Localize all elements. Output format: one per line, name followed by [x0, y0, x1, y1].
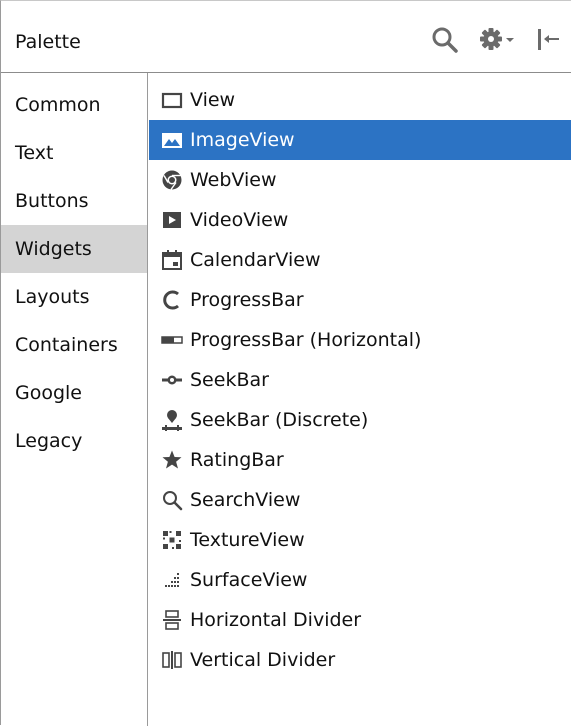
palette-item-label: TextureView — [190, 529, 305, 551]
palette-item-view[interactable]: View — [149, 80, 571, 120]
palette-item-label: SearchView — [190, 489, 301, 511]
webview-icon — [161, 169, 183, 191]
palette-panel: Palette Common Text Buttons Widgets Layo… — [0, 0, 571, 726]
palette-item-webview[interactable]: WebView — [149, 160, 571, 200]
category-legacy[interactable]: Legacy — [1, 417, 147, 465]
widget-list: View ImageView WebView VideoView Calenda… — [149, 73, 571, 726]
surfaceview-icon — [161, 569, 183, 591]
textureview-icon — [161, 529, 183, 551]
category-layouts[interactable]: Layouts — [1, 273, 147, 321]
palette-item-label: ProgressBar — [190, 289, 304, 311]
palette-item-label: WebView — [190, 169, 277, 191]
category-containers[interactable]: Containers — [1, 321, 147, 369]
palette-item-progressbar[interactable]: ProgressBar — [149, 280, 571, 320]
category-buttons[interactable]: Buttons — [1, 177, 147, 225]
search-icon[interactable] — [429, 25, 463, 53]
palette-item-label: SeekBar (Discrete) — [190, 409, 369, 431]
progressbar-horizontal-icon — [161, 329, 183, 351]
palette-item-label: RatingBar — [190, 449, 284, 471]
palette-item-seekbar-discrete[interactable]: SeekBar (Discrete) — [149, 400, 571, 440]
palette-item-label: View — [190, 89, 236, 111]
vertical-divider-icon — [161, 649, 183, 671]
videoview-icon — [161, 209, 183, 231]
ratingbar-icon — [161, 449, 183, 471]
collapse-panel-icon[interactable] — [533, 25, 563, 53]
category-text[interactable]: Text — [1, 129, 147, 177]
horizontal-divider-icon — [161, 609, 183, 631]
palette-title: Palette — [15, 31, 81, 53]
palette-item-label: ImageView — [190, 129, 295, 151]
palette-item-calendarview[interactable]: CalendarView — [149, 240, 571, 280]
palette-item-label: CalendarView — [190, 249, 321, 271]
palette-item-ratingbar[interactable]: RatingBar — [149, 440, 571, 480]
palette-item-horizontal-divider[interactable]: Horizontal Divider — [149, 600, 571, 640]
progressbar-icon — [161, 289, 183, 311]
palette-item-vertical-divider[interactable]: Vertical Divider — [149, 640, 571, 680]
category-common[interactable]: Common — [1, 81, 147, 129]
palette-item-textureview[interactable]: TextureView — [149, 520, 571, 560]
category-widgets[interactable]: Widgets — [1, 225, 147, 273]
palette-item-label: SurfaceView — [190, 569, 308, 591]
palette-item-label: VideoView — [190, 209, 289, 231]
gear-dropdown-icon[interactable] — [477, 25, 519, 53]
category-google[interactable]: Google — [1, 369, 147, 417]
palette-item-seekbar[interactable]: SeekBar — [149, 360, 571, 400]
searchview-icon — [161, 489, 183, 511]
seekbar-discrete-icon — [161, 409, 183, 431]
palette-item-label: ProgressBar (Horizontal) — [190, 329, 422, 351]
category-list: Common Text Buttons Widgets Layouts Cont… — [1, 73, 148, 726]
palette-item-label: Vertical Divider — [190, 649, 336, 671]
imageview-icon — [161, 129, 183, 151]
seekbar-icon — [161, 369, 183, 391]
view-icon — [161, 89, 183, 111]
palette-header: Palette — [1, 1, 571, 73]
palette-item-surfaceview[interactable]: SurfaceView — [149, 560, 571, 600]
calendarview-icon — [161, 249, 183, 271]
palette-item-imageview[interactable]: ImageView — [149, 120, 571, 160]
palette-item-label: SeekBar — [190, 369, 269, 391]
palette-item-searchview[interactable]: SearchView — [149, 480, 571, 520]
palette-item-progressbar-horizontal[interactable]: ProgressBar (Horizontal) — [149, 320, 571, 360]
palette-item-videoview[interactable]: VideoView — [149, 200, 571, 240]
palette-item-label: Horizontal Divider — [190, 609, 362, 631]
